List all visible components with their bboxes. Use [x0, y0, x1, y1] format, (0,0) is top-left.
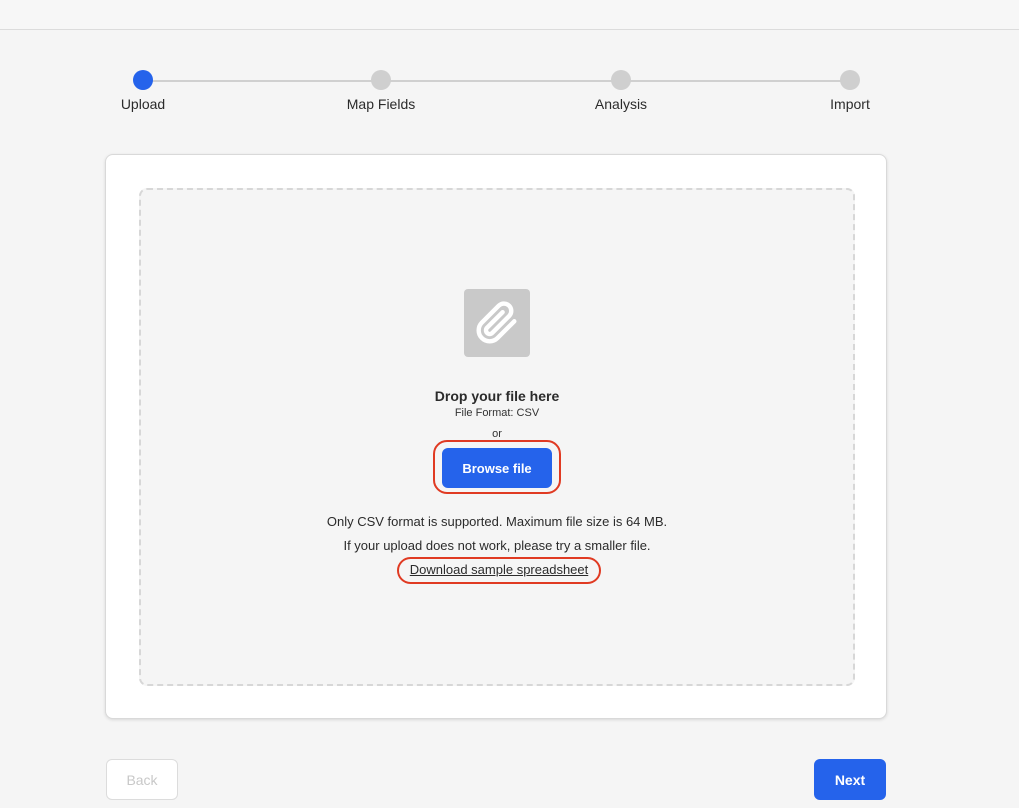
- back-button[interactable]: Back: [106, 759, 178, 800]
- step-analysis[interactable]: Analysis: [561, 70, 681, 112]
- paperclip-icon: [464, 289, 530, 357]
- browse-highlight: Browse file: [433, 440, 561, 494]
- or-text: or: [492, 428, 502, 440]
- step-dot-analysis: [611, 70, 631, 90]
- step-import[interactable]: Import: [790, 70, 910, 112]
- format-info-text: Only CSV format is supported. Maximum fi…: [326, 514, 668, 529]
- upload-help-text: If your upload does not work, please try…: [343, 538, 651, 553]
- step-dot-import: [840, 70, 860, 90]
- step-upload[interactable]: Upload: [83, 70, 203, 112]
- step-label-map-fields: Map Fields: [346, 96, 416, 112]
- step-label-import: Import: [830, 96, 870, 112]
- upload-card: Drop your file here File Format: CSV or …: [105, 154, 887, 719]
- top-bar: [0, 0, 1019, 30]
- step-label-analysis: Analysis: [594, 96, 648, 112]
- drop-title: Drop your file here: [434, 388, 560, 404]
- file-format-text: File Format: CSV: [454, 407, 540, 419]
- progress-stepper: Upload Map Fields Analysis Import: [0, 60, 1019, 120]
- step-map-fields[interactable]: Map Fields: [321, 70, 441, 112]
- step-dot-map-fields: [371, 70, 391, 90]
- file-dropzone[interactable]: Drop your file here File Format: CSV or …: [139, 188, 855, 686]
- step-label-upload: Upload: [120, 96, 166, 112]
- browse-file-button[interactable]: Browse file: [442, 448, 552, 488]
- download-highlight: Download sample spreadsheet: [397, 557, 601, 584]
- next-button[interactable]: Next: [814, 759, 886, 800]
- download-sample-link[interactable]: Download sample spreadsheet: [399, 562, 599, 577]
- step-dot-upload: [133, 70, 153, 90]
- stepper-line: [146, 80, 854, 82]
